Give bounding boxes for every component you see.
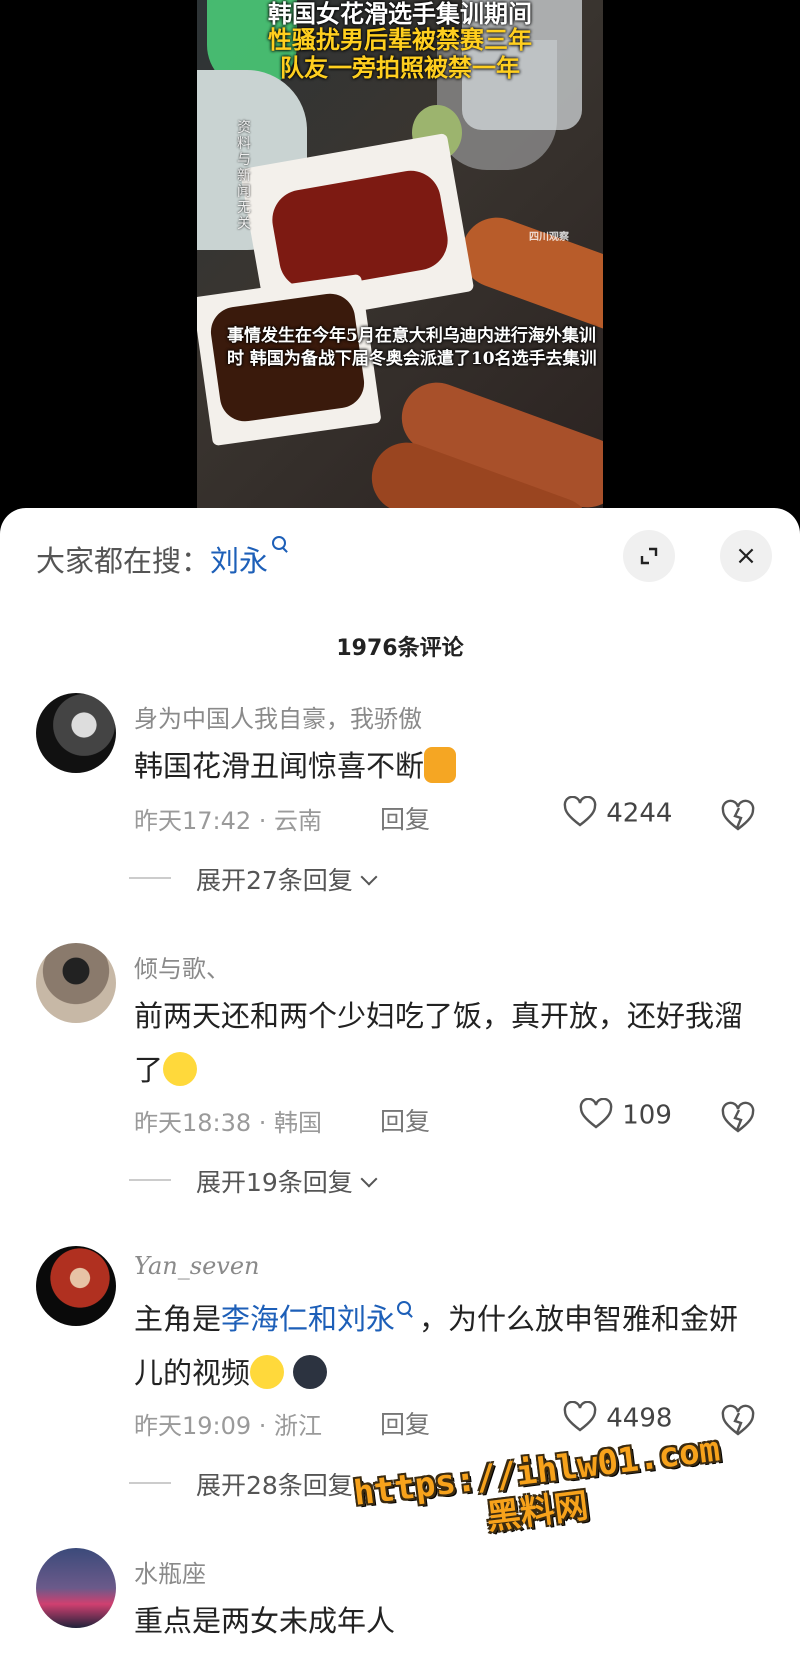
avatar[interactable]: [36, 1246, 116, 1326]
dark-face-emoji-icon: [293, 1355, 328, 1389]
video-caption-line3: 队友一旁拍照被禁一年: [280, 53, 520, 82]
expand-replies-label: 展开27条回复: [196, 866, 353, 895]
close-icon: ×: [735, 541, 757, 571]
avatar[interactable]: [36, 943, 116, 1023]
divider: [129, 877, 171, 879]
laugh-cry-emoji-icon: [163, 1052, 198, 1086]
comment-username[interactable]: 水瓶座: [134, 1554, 206, 1589]
comment-meta: 昨天17:42 · 云南: [134, 807, 323, 835]
comment-item: 倾与歌、 前两天还和两个少妇吃了饭，真开放，还好我溜了 昨天18:38 · 韩国…: [0, 943, 800, 1223]
close-button[interactable]: ×: [720, 530, 772, 582]
news-logo: 四川观察: [529, 232, 569, 244]
chevron-down-icon: [360, 868, 378, 886]
like-button[interactable]: 109: [578, 1098, 672, 1132]
avatar[interactable]: [36, 693, 116, 773]
comment-meta: 昨天19:09 · 浙江: [134, 1412, 323, 1440]
video-subtitle: 事情发生在今年5月在意大利乌迪内进行海外集训时 韩国为备战下届冬奥会派遣了10名…: [227, 326, 597, 369]
video-player[interactable]: 韩国女花滑选手集训期间 性骚扰男后辈被禁赛三年 队友一旁拍照被禁一年 资料与新闻…: [0, 0, 800, 520]
dislike-icon[interactable]: [720, 1403, 756, 1439]
reply-button[interactable]: 回复: [380, 1405, 430, 1441]
logo-text: 四川观察: [529, 232, 569, 243]
like-count: 109: [622, 1100, 672, 1131]
like-button[interactable]: 4498: [562, 1401, 673, 1435]
comment-username[interactable]: 身为中国人我自豪，我骄傲: [134, 699, 422, 734]
thumbs-up-icon: [424, 747, 457, 783]
divider: [129, 1179, 171, 1181]
comment-item: 身为中国人我自豪，我骄傲 韩国花滑丑闻惊喜不断 昨天17:42 · 云南 回复 …: [0, 693, 800, 973]
comment-text-prefix: 主角是: [134, 1302, 222, 1336]
comment-text: 韩国花滑丑闻惊喜不断: [134, 739, 754, 793]
search-icon: [272, 535, 287, 550]
comment-count: 1976条评论: [336, 636, 464, 661]
comment-username[interactable]: Yan_seven: [134, 1252, 259, 1280]
trending-search[interactable]: 大家都在搜：刘永: [36, 535, 287, 582]
comment-text-body: 前两天还和两个少妇吃了饭，真开放，还好我溜了: [134, 999, 744, 1087]
expand-replies-label: 展开19条回复: [196, 1168, 353, 1197]
video-frame[interactable]: 韩国女花滑选手集训期间 性骚扰男后辈被禁赛三年 队友一旁拍照被禁一年 资料与新闻…: [197, 0, 603, 520]
divider: [129, 1482, 171, 1484]
eye-roll-emoji-icon: [250, 1355, 285, 1389]
reply-button[interactable]: 回复: [380, 1102, 430, 1138]
heart-icon: [579, 1098, 613, 1129]
comment-text-body: 韩国花滑丑闻惊喜不断: [134, 749, 425, 783]
expand-icon: [640, 547, 658, 565]
like-count: 4498: [606, 1403, 673, 1434]
search-link[interactable]: 李海仁和刘永: [221, 1302, 395, 1336]
like-button[interactable]: 4244: [562, 796, 673, 830]
video-caption-line2: 性骚扰男后辈被禁赛三年: [268, 25, 532, 54]
dislike-icon[interactable]: [720, 1100, 756, 1136]
comment-text: 重点是两女未成年人: [134, 1604, 396, 1638]
dislike-icon[interactable]: [720, 798, 756, 834]
chevron-down-icon: [360, 1170, 378, 1188]
comment-meta: 昨天18:38 · 韩国: [134, 1109, 323, 1137]
reply-button[interactable]: 回复: [380, 800, 430, 836]
avatar[interactable]: [36, 1548, 116, 1628]
video-source-label: 资料与新闻无关: [237, 120, 251, 232]
expand-button[interactable]: [623, 530, 675, 582]
search-icon: [397, 1301, 412, 1315]
comment-item: 水瓶座 重点是两女未成年人: [0, 1548, 800, 1670]
expand-replies-label: 展开28条回复: [196, 1471, 353, 1500]
comment-username[interactable]: 倾与歌、: [134, 949, 230, 984]
heart-icon: [563, 1401, 597, 1432]
trending-search-label: 大家都在搜：: [36, 544, 211, 578]
heart-icon: [563, 796, 597, 827]
comment-text: 前两天还和两个少妇吃了饭，真开放，还好我溜了: [134, 989, 754, 1097]
video-caption-line1: 韩国女花滑选手集训期间: [268, 0, 532, 28]
like-count: 4244: [606, 798, 673, 829]
comment-text: 主角是李海仁和刘永 ，为什么放申智雅和金妍儿的视频: [134, 1292, 754, 1400]
trending-search-term[interactable]: 刘永: [210, 544, 268, 578]
